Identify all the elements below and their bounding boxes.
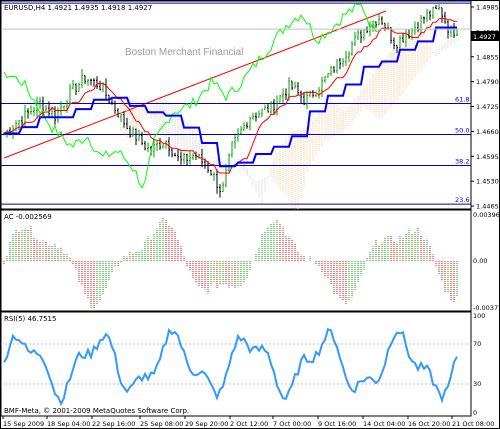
price-panel[interactable]: 100.0 61.8 50.0 38.2 23.6 EURUSD,H4 1.4921 1…	[0, 0, 499, 214]
time-tick-label: 21 Oct 08:00	[452, 420, 494, 428]
ac-panel[interactable]: AC -0.002569 0.003967 0.00 -0.00377	[0, 209, 500, 312]
ac-title: AC -0.002569	[4, 213, 52, 221]
time-tick-label: 2 Oct 12:00	[230, 420, 268, 428]
time-tick-label: 22 Sep 16:00	[92, 420, 135, 428]
rsi-panel-frame	[0, 311, 472, 417]
price-tick-label: 1.4725	[476, 103, 499, 111]
fib-level-label: 61.8	[455, 95, 469, 103]
rsi-panel[interactable]: RSI(5) 46.7515 100 70 30 0 BMF-Meta, © 2…	[0, 311, 485, 417]
ac-axis-zero: 0.00	[473, 257, 487, 265]
copyright-footer: BMF-Meta, © 2001-2009 MetaQuotes Softwar…	[4, 407, 189, 415]
price-tick-label: 1.4985	[476, 3, 499, 11]
time-tick-label: 14 Oct 04:00	[363, 420, 405, 428]
watermark: Boston Merchant Financial	[125, 47, 243, 58]
time-tick-label: 29 Sep 20:00	[185, 420, 228, 428]
current-price-label: 1.4927	[473, 33, 496, 41]
time-tick-label: 18 Sep 04:00	[47, 420, 90, 428]
trading-chart[interactable]: 100.0 61.8 50.0 38.2 23.6 EURUSD,H4 1.4921 1…	[0, 0, 500, 429]
rsi-axis-70: 70	[473, 340, 481, 348]
time-tick-label: 15 Sep 2009	[3, 420, 44, 428]
price-tick-label: 1.4660	[476, 128, 499, 136]
price-tick-label: 1.4855	[476, 53, 499, 61]
rsi-axis-100: 100	[473, 312, 485, 320]
rsi-axis-30: 30	[473, 380, 481, 388]
price-tick-label: 1.4530	[476, 178, 499, 186]
rsi-title: RSI(5) 46.7515	[4, 315, 56, 323]
price-tick-label: 1.4465	[476, 203, 499, 211]
ac-axis-min: -0.00377	[473, 304, 500, 312]
fib-level-label: 38.2	[455, 157, 469, 165]
ac-axis-max: 0.003967	[473, 211, 500, 219]
time-tick-label: 16 Oct 20:00	[408, 420, 450, 428]
symbol-header: EURUSD,H4 1.4921 1.4935 1.4918 1.4927	[4, 4, 152, 12]
fib-level-label: 23.6	[455, 196, 469, 204]
price-panel-frame	[0, 0, 472, 210]
price-tick-label: 1.4595	[476, 153, 499, 161]
fib-level-label: 50.0	[455, 126, 469, 134]
rsi-axis-0: 0	[473, 409, 477, 417]
price-tick-label: 1.4790	[476, 78, 499, 86]
time-tick-label: 25 Sep 08:00	[140, 420, 183, 428]
time-tick-label: 7 Oct 00:00	[273, 420, 311, 428]
time-tick-label: 9 Oct 16:00	[318, 420, 356, 428]
fib-level-label: 100.0	[455, 0, 474, 3]
